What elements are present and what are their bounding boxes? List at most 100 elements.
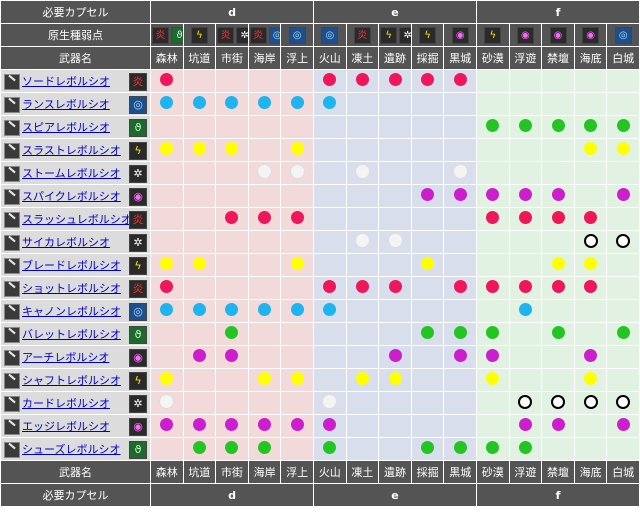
drop-cell xyxy=(573,184,608,208)
drop-cell xyxy=(313,391,347,415)
weapon-link[interactable]: ブレードレボルシオ xyxy=(22,259,121,272)
weapon-link[interactable]: キャノンレボルシオ xyxy=(22,305,121,318)
drop-cell xyxy=(215,322,249,346)
drop-cell xyxy=(182,276,217,300)
weapon-link[interactable]: ストームレボルシオ xyxy=(22,167,121,180)
weapon-link[interactable]: サイカレボルシオ xyxy=(22,236,110,249)
drop-cell xyxy=(150,414,184,438)
drop-cell xyxy=(573,253,608,277)
drop-cell xyxy=(280,276,315,300)
drop-marker xyxy=(421,441,435,454)
area-header: 坑道 xyxy=(182,460,217,484)
drop-marker xyxy=(160,372,174,385)
weapon-link[interactable]: スピアレボルシオ xyxy=(22,121,110,134)
drop-cell xyxy=(541,207,575,231)
drop-marker xyxy=(290,418,304,431)
drop-marker xyxy=(486,372,500,385)
drop-cell xyxy=(573,276,608,300)
drop-cell xyxy=(215,368,249,392)
drop-cell xyxy=(378,391,412,415)
ice-element-icon: ✲ xyxy=(129,165,147,183)
weapon-icon xyxy=(4,73,20,90)
drop-cell xyxy=(476,230,510,254)
drop-marker xyxy=(518,211,532,224)
drop-cell xyxy=(508,230,543,254)
weapon-link[interactable]: ソードレボルシオ xyxy=(22,75,110,88)
weapon-name-cell: スラストレボルシオ ϟ xyxy=(0,138,151,162)
weapon-link[interactable]: スラストレボルシオ xyxy=(22,144,121,157)
weapon-link[interactable]: スパイクレボルシオ xyxy=(22,190,121,203)
drop-marker xyxy=(225,303,239,316)
drop-cell xyxy=(573,345,608,369)
dragon-element-icon: ◉ xyxy=(516,26,534,44)
drop-cell xyxy=(378,253,412,277)
drop-marker xyxy=(258,418,272,431)
drop-cell xyxy=(606,161,640,185)
drop-cell xyxy=(476,115,510,139)
drop-cell xyxy=(410,92,445,116)
drop-cell xyxy=(476,253,510,277)
drop-cell xyxy=(247,276,282,300)
wind-element-icon: ϑ xyxy=(129,119,147,137)
drop-cell xyxy=(606,184,640,208)
drop-cell xyxy=(313,230,347,254)
drop-cell xyxy=(247,207,282,231)
weapon-link[interactable]: アーチレボルシオ xyxy=(22,351,109,364)
weapon-link[interactable]: エッジレボルシオ xyxy=(22,420,110,433)
water-element-icon: ◎ xyxy=(288,26,306,44)
weapon-icon xyxy=(4,372,20,389)
drop-marker xyxy=(192,441,206,454)
drop-marker xyxy=(323,73,337,86)
drop-marker xyxy=(355,372,369,385)
ice-element-icon: ✲ xyxy=(129,234,147,252)
weapon-link[interactable]: シャフトレボルシオ xyxy=(22,374,121,387)
weapon-icon xyxy=(4,395,20,412)
weapon-link[interactable]: バレットレボルシオ xyxy=(22,328,121,341)
ice-element-icon: ✲ xyxy=(399,26,411,44)
drop-marker xyxy=(551,119,565,132)
weapon-link[interactable]: ランスレボルシオ xyxy=(22,98,110,111)
area-header: 坑道 xyxy=(182,46,217,70)
drop-cell xyxy=(313,437,347,461)
drop-marker xyxy=(388,372,402,385)
drop-cell xyxy=(182,138,217,162)
drop-cell xyxy=(606,92,640,116)
weakness-cell: ◉ xyxy=(573,23,608,47)
drop-cell xyxy=(410,437,445,461)
drop-cell xyxy=(508,437,543,461)
drop-cell xyxy=(541,437,575,461)
drop-cell xyxy=(247,115,282,139)
drop-cell xyxy=(606,345,640,369)
drop-cell xyxy=(606,322,640,346)
drop-marker xyxy=(290,372,304,385)
drop-marker xyxy=(323,303,337,316)
drop-cell xyxy=(541,368,575,392)
drop-cell xyxy=(280,437,315,461)
drop-marker xyxy=(192,418,206,431)
weapon-link[interactable]: シューズレボルシオ xyxy=(22,443,120,456)
capsule-label: 必要カプセル xyxy=(0,0,151,24)
drop-cell xyxy=(215,92,249,116)
drop-cell xyxy=(182,184,217,208)
drop-cell xyxy=(508,92,543,116)
drop-marker xyxy=(486,188,500,201)
weapon-link[interactable]: スラッシュレボルシオ xyxy=(22,213,132,226)
wind-element-icon: ϑ xyxy=(129,326,147,344)
drop-cell xyxy=(280,368,315,392)
drop-cell xyxy=(345,437,380,461)
drop-cell xyxy=(345,253,380,277)
drop-cell xyxy=(345,322,380,346)
drop-marker xyxy=(518,418,532,431)
weapon-link[interactable]: ショットレボルシオ xyxy=(22,282,121,295)
weapon-link[interactable]: カードレボルシオ xyxy=(22,397,110,410)
weapon-name-cell: ショットレボルシオ炎 xyxy=(0,276,151,300)
weapon-row: バレットレボルシオ ϑ xyxy=(0,322,640,346)
drop-cell xyxy=(606,138,640,162)
drop-cell xyxy=(443,230,478,254)
drop-cell xyxy=(247,138,282,162)
area-header: 砂漠 xyxy=(476,460,510,484)
area-header: 遺跡 xyxy=(378,460,412,484)
drop-cell xyxy=(345,207,380,231)
drop-cell xyxy=(378,345,412,369)
drop-cell xyxy=(150,368,184,392)
